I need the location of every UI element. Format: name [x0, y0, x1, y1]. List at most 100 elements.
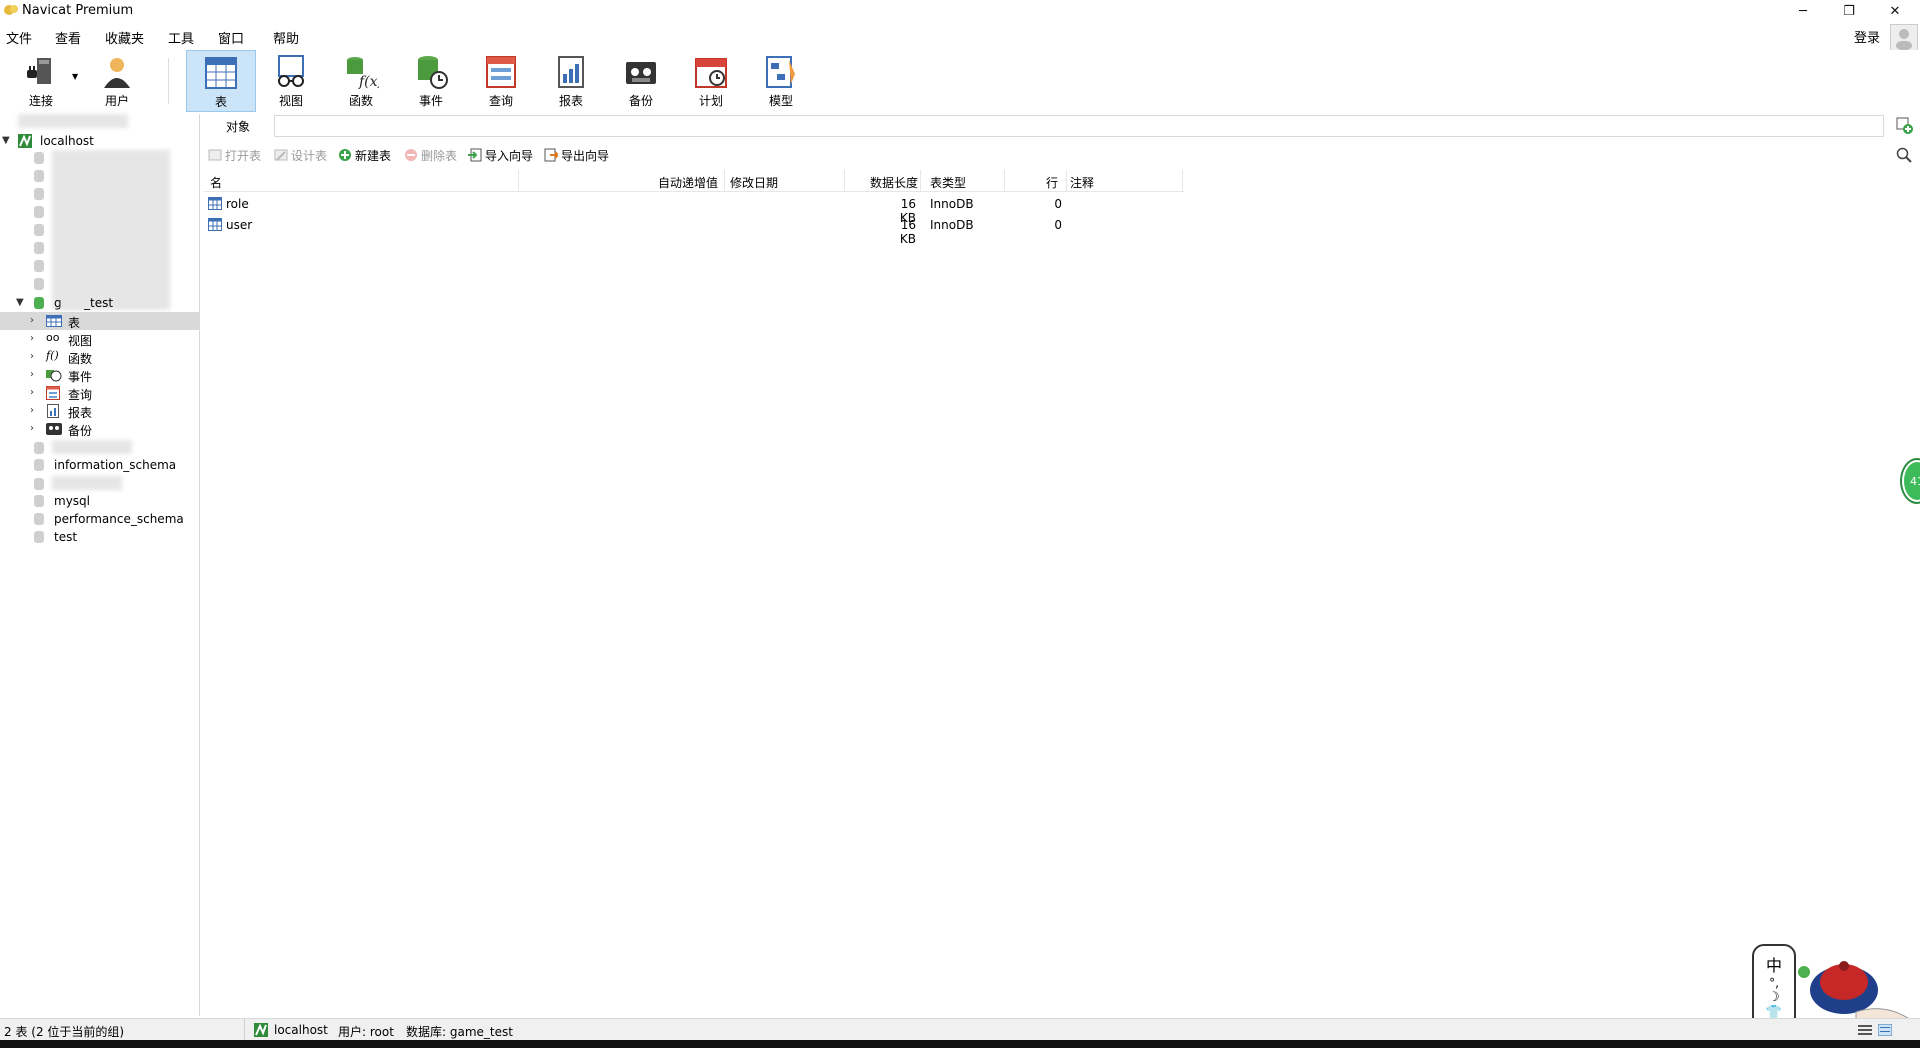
- connect-button[interactable]: 连接: [6, 50, 76, 112]
- table-icon: [46, 315, 62, 327]
- new-window-icon[interactable]: [1896, 117, 1914, 135]
- chevron-down-icon[interactable]: ▼: [16, 297, 24, 308]
- delete-table-button[interactable]: 删除表: [404, 145, 457, 165]
- chevron-right-icon[interactable]: ›: [30, 423, 34, 434]
- schedule-label: 计划: [698, 94, 723, 108]
- login-link[interactable]: 登录: [1854, 27, 1880, 46]
- column-header-rows[interactable]: 行: [1046, 174, 1058, 191]
- title-bar: Navicat Premium ─ ❐ ✕: [0, 0, 1920, 22]
- menu-file[interactable]: 文件: [6, 28, 32, 47]
- redacted-area: [18, 114, 128, 128]
- search-icon[interactable]: [1896, 147, 1912, 163]
- engine: InnoDB: [930, 197, 974, 211]
- avatar[interactable]: [1890, 24, 1918, 52]
- list-view-icon[interactable]: [1858, 1024, 1872, 1036]
- column-header-comment[interactable]: 注释: [1070, 174, 1094, 191]
- chevron-right-icon[interactable]: ›: [30, 333, 34, 344]
- tree-item-queries[interactable]: › 查询: [0, 384, 200, 402]
- database-icon: [34, 224, 44, 236]
- floating-badge[interactable]: 41: [1902, 460, 1920, 502]
- database-icon: [34, 442, 44, 454]
- column-header-engine[interactable]: 表类型: [930, 174, 966, 191]
- export-wizard-button[interactable]: 导出向导: [544, 145, 609, 165]
- chevron-right-icon[interactable]: ›: [30, 315, 34, 326]
- tree-database-test[interactable]: test: [0, 528, 200, 546]
- open-table-button[interactable]: 打开表: [208, 145, 261, 165]
- backup-icon: [626, 62, 656, 84]
- database-icon: [34, 478, 44, 490]
- menu-view[interactable]: 查看: [55, 28, 81, 47]
- event-button[interactable]: 事件: [396, 50, 466, 112]
- view-button[interactable]: 视图: [256, 50, 326, 112]
- tree-database-performance-schema[interactable]: performance_schema: [0, 510, 200, 528]
- close-button[interactable]: ✕: [1872, 0, 1918, 22]
- chevron-right-icon[interactable]: ›: [30, 387, 34, 398]
- report-button[interactable]: 报表: [536, 50, 606, 112]
- function-icon: f(): [46, 349, 59, 362]
- new-table-button[interactable]: 新建表: [338, 145, 391, 165]
- tree-label: 备份: [68, 424, 93, 438]
- column-header-name[interactable]: 名: [210, 174, 222, 191]
- query-button[interactable]: 查询: [466, 50, 536, 112]
- ime-mode[interactable]: 中: [1754, 952, 1794, 976]
- menu-tools[interactable]: 工具: [168, 28, 194, 47]
- menu-favorites[interactable]: 收藏夹: [105, 28, 144, 47]
- chevron-right-icon[interactable]: ›: [30, 351, 34, 362]
- table-row[interactable]: role 16 KB InnoDB 0: [204, 194, 1184, 225]
- tree-item-views[interactable]: › oo 视图: [0, 330, 200, 348]
- tree-database-game-test[interactable]: ▼ g _test: [0, 294, 200, 312]
- tree-item-backups[interactable]: › 备份: [0, 420, 200, 438]
- tree-item-events[interactable]: › 事件: [0, 366, 200, 384]
- glasses-icon: [278, 55, 304, 87]
- chevron-down-icon[interactable]: ▼: [2, 135, 10, 146]
- tab-objects[interactable]: 对象: [204, 114, 272, 138]
- status-bar: 2 表 (2 位于当前的组) localhost 用户: root 数据库: g…: [0, 1018, 1920, 1040]
- column-divider: [1004, 170, 1005, 192]
- column-header-auto-increment[interactable]: 自动递增值: [658, 174, 718, 191]
- chevron-right-icon[interactable]: ›: [30, 405, 34, 416]
- menu-window[interactable]: 窗口: [218, 28, 244, 47]
- user-button[interactable]: 用户: [82, 50, 152, 112]
- tree-database-information-schema[interactable]: information_schema: [0, 456, 200, 474]
- menu-bar: 文件 查看 收藏夹 工具 窗口 帮助: [0, 25, 1920, 47]
- tree-label: 函数: [68, 352, 93, 366]
- schedule-button[interactable]: 计划: [676, 50, 746, 112]
- table-icon: [205, 57, 237, 89]
- tree-label: 事件: [68, 370, 93, 384]
- table-name: user: [226, 218, 253, 232]
- objects-tab-strip: [274, 115, 1884, 137]
- tree-label: 表: [68, 316, 81, 330]
- chevron-down-icon[interactable]: ▼: [72, 72, 78, 81]
- chevron-right-icon[interactable]: ›: [30, 369, 34, 380]
- table-icon: [208, 218, 222, 231]
- detail-view-icon[interactable]: [1878, 1024, 1892, 1036]
- navigation-pane[interactable]: ▼ localhost ▼ g _test › 表 › oo 视图 › f() …: [0, 114, 200, 1016]
- menu-help[interactable]: 帮助: [273, 28, 299, 47]
- minimize-button[interactable]: ─: [1780, 0, 1826, 22]
- connection-label: localhost: [40, 134, 94, 148]
- column-header-modified[interactable]: 修改日期: [730, 174, 778, 191]
- model-button[interactable]: 模型: [746, 50, 816, 112]
- moon-icon[interactable]: ☽: [1754, 990, 1794, 1005]
- tree-database-mysql[interactable]: mysql: [0, 492, 200, 510]
- function-icon: f(x): [347, 57, 379, 90]
- function-label: 函数: [348, 94, 373, 108]
- ime-punctuation[interactable]: °,: [1754, 976, 1794, 990]
- avatar-icon: [1896, 29, 1912, 50]
- table-button[interactable]: 表: [186, 50, 256, 112]
- view-label: 视图: [278, 94, 303, 108]
- backup-button[interactable]: 备份: [606, 50, 676, 112]
- tree-item-tables[interactable]: › 表: [0, 312, 200, 330]
- tree-item-reports[interactable]: › 报表: [0, 402, 200, 420]
- tree-connection-localhost[interactable]: ▼ localhost: [0, 132, 200, 150]
- tree-item-functions[interactable]: › f() 函数: [0, 348, 200, 366]
- restore-button[interactable]: ❐: [1826, 0, 1872, 22]
- new-table-label: 新建表: [355, 148, 392, 163]
- function-button[interactable]: f(x) 函数: [326, 50, 396, 112]
- database-icon: [34, 531, 44, 543]
- import-wizard-button[interactable]: 导入向导: [468, 145, 533, 165]
- redacted-area: [52, 440, 132, 454]
- column-header-data-length[interactable]: 数据长度: [870, 174, 918, 191]
- design-table-button[interactable]: 设计表: [274, 145, 327, 165]
- table-row[interactable]: user 16 KB InnoDB 0: [204, 215, 1184, 246]
